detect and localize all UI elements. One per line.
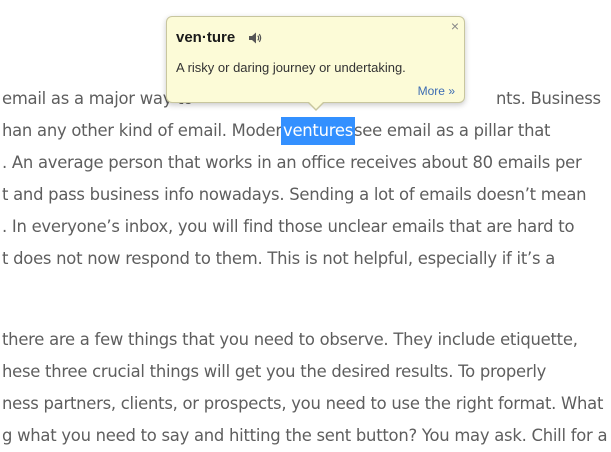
article-line: ness partners, clients, or prospects, yo… [2, 394, 604, 413]
popup-definition: A risky or daring journey or undertaking… [176, 60, 406, 75]
popup-headword: ven·ture [176, 29, 236, 46]
article-line: t does not now respond to them. This is … [2, 249, 556, 268]
popup-close-button[interactable]: × [451, 19, 459, 33]
article-line: hese three crucial things will get you t… [2, 362, 547, 381]
selected-word[interactable]: ventures [281, 117, 355, 145]
article-line-text: han any other kind of email. Modern [2, 121, 292, 140]
article-line: there are a few things that you need to … [2, 330, 578, 349]
speaker-icon[interactable] [248, 31, 262, 45]
speaker-icon-graphic [249, 32, 262, 44]
more-link[interactable]: More » [418, 84, 455, 98]
article-line-text: email as a major way to [2, 89, 194, 108]
article-line-tail: see email as a pillar that [354, 121, 551, 140]
article-line: . An average person that works in an off… [2, 153, 582, 172]
article-line: g what you need to say and hitting the s… [2, 426, 608, 445]
popup-arrow [307, 101, 325, 111]
article-line-tail: nts. Business [496, 89, 601, 108]
article-line: t and pass business info nowadays. Sendi… [2, 185, 587, 204]
article-line: . In everyone’s inbox, you will find tho… [2, 217, 575, 236]
article-line: email as a major way to nts. Business [2, 88, 601, 110]
article-line: han any other kind of email. Modern vent… [2, 117, 550, 145]
dictionary-popup: ven·ture × A risky or daring journey or … [166, 16, 465, 111]
